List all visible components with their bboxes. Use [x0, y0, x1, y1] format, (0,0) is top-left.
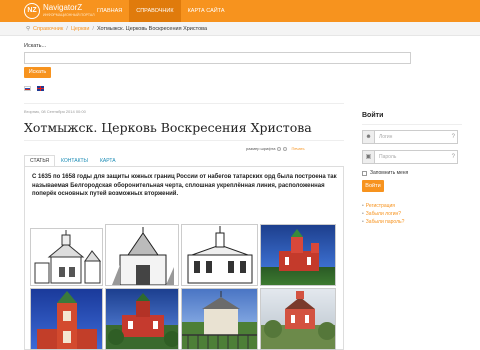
page-title: Хотмыжск. Церковь Воскресения Христова: [24, 120, 312, 135]
search-input[interactable]: [24, 52, 411, 64]
main-nav: ГЛАВНАЯ СПРАВОЧНИК КАРТА САЙТА: [90, 0, 232, 22]
tab-contacts[interactable]: КОНТАКТЫ: [55, 155, 94, 166]
church-photo[interactable]: [260, 224, 336, 286]
nav-item-home[interactable]: ГЛАВНАЯ: [90, 0, 129, 22]
forgot-login-link[interactable]: Забыли логин?: [362, 210, 404, 218]
password-field[interactable]: ▣ Пароль ?: [362, 150, 458, 164]
login-field[interactable]: ☻ Логин ?: [362, 130, 458, 144]
breadcrumb-separator: /: [66, 26, 68, 32]
article-tabs: СТАТЬЯ КОНТАКТЫ КАРТА: [24, 155, 344, 167]
church-photo[interactable]: [260, 288, 336, 350]
logo-subtitle: ИНФОРМАЦИОННЫЙ ПОРТАЛ: [43, 13, 95, 17]
divider: [362, 124, 462, 125]
forgot-password-link[interactable]: Забыли пароль?: [362, 218, 405, 226]
remember-me[interactable]: Запомнить меня: [362, 170, 408, 176]
church-photo[interactable]: [105, 288, 179, 350]
church-drawing-photo[interactable]: [181, 224, 258, 286]
article-date: Вторник, 08 Сентября 2014 00:00: [24, 109, 86, 114]
help-icon[interactable]: ?: [452, 151, 455, 163]
flag-ru-icon[interactable]: [24, 86, 31, 91]
breadcrumb-separator: /: [92, 26, 94, 32]
remember-checkbox[interactable]: [362, 170, 367, 176]
login-title: Войти: [362, 112, 384, 119]
help-icon[interactable]: ?: [452, 131, 455, 143]
print-link[interactable]: Печать: [291, 146, 304, 151]
flag-en-icon[interactable]: [37, 86, 44, 91]
register-link[interactable]: Регистрация: [362, 202, 404, 210]
breadcrumb-item-churches[interactable]: Церкви: [71, 25, 90, 33]
map-pin-icon: ⚲: [26, 26, 31, 32]
divider: [24, 140, 344, 141]
account-links: Регистрация Забыли логин? Забыли пароль?: [362, 202, 405, 226]
church-photo[interactable]: [181, 288, 258, 350]
font-size-controls: размер шрифта Печать: [246, 146, 305, 151]
font-size-label: размер шрифта: [246, 146, 276, 151]
remember-label: Запомнить меня: [370, 170, 409, 176]
login-placeholder: Логин: [379, 134, 393, 140]
article-content: С 1635 по 1658 годы для защиты южных гра…: [24, 167, 344, 350]
top-navigation-bar: NZ NavigatorZ ИНФОРМАЦИОННЫЙ ПОРТАЛ ГЛАВ…: [0, 0, 480, 22]
search-button[interactable]: Искать: [24, 67, 51, 78]
breadcrumb-bar: ⚲ Справочник / Церкви / Хотмыжск. Церков…: [0, 22, 480, 36]
font-increase-icon[interactable]: [277, 146, 282, 151]
logo-name: NavigatorZ: [43, 3, 83, 12]
nav-item-directory[interactable]: СПРАВОЧНИК: [129, 0, 181, 22]
site-logo[interactable]: NZ NavigatorZ ИНФОРМАЦИОННЫЙ ПОРТАЛ: [24, 3, 95, 19]
church-drawing-photo[interactable]: [105, 224, 179, 286]
divider: [24, 103, 344, 104]
church-drawing-photo[interactable]: [30, 228, 103, 286]
article-paragraph: С 1635 по 1658 годы для защиты южных гра…: [32, 174, 337, 197]
logo-mark: NZ: [24, 3, 40, 19]
nav-item-sitemap[interactable]: КАРТА САЙТА: [181, 0, 232, 22]
tab-article[interactable]: СТАТЬЯ: [24, 155, 55, 166]
tab-map[interactable]: КАРТА: [94, 155, 122, 166]
password-placeholder: Пароль: [379, 154, 397, 160]
lock-icon: ▣: [363, 151, 375, 163]
font-decrease-icon[interactable]: [283, 146, 288, 151]
breadcrumb-item-directory[interactable]: Справочник: [33, 25, 63, 33]
breadcrumb: ⚲ Справочник / Церкви / Хотмыжск. Церков…: [26, 25, 207, 33]
breadcrumb-item-current: Хотмыжск. Церковь Воскресения Христова: [96, 26, 208, 32]
church-photo[interactable]: [30, 288, 103, 350]
login-button[interactable]: Войти: [362, 180, 384, 192]
search-label: Искать...: [24, 43, 47, 49]
user-icon: ☻: [363, 131, 375, 143]
